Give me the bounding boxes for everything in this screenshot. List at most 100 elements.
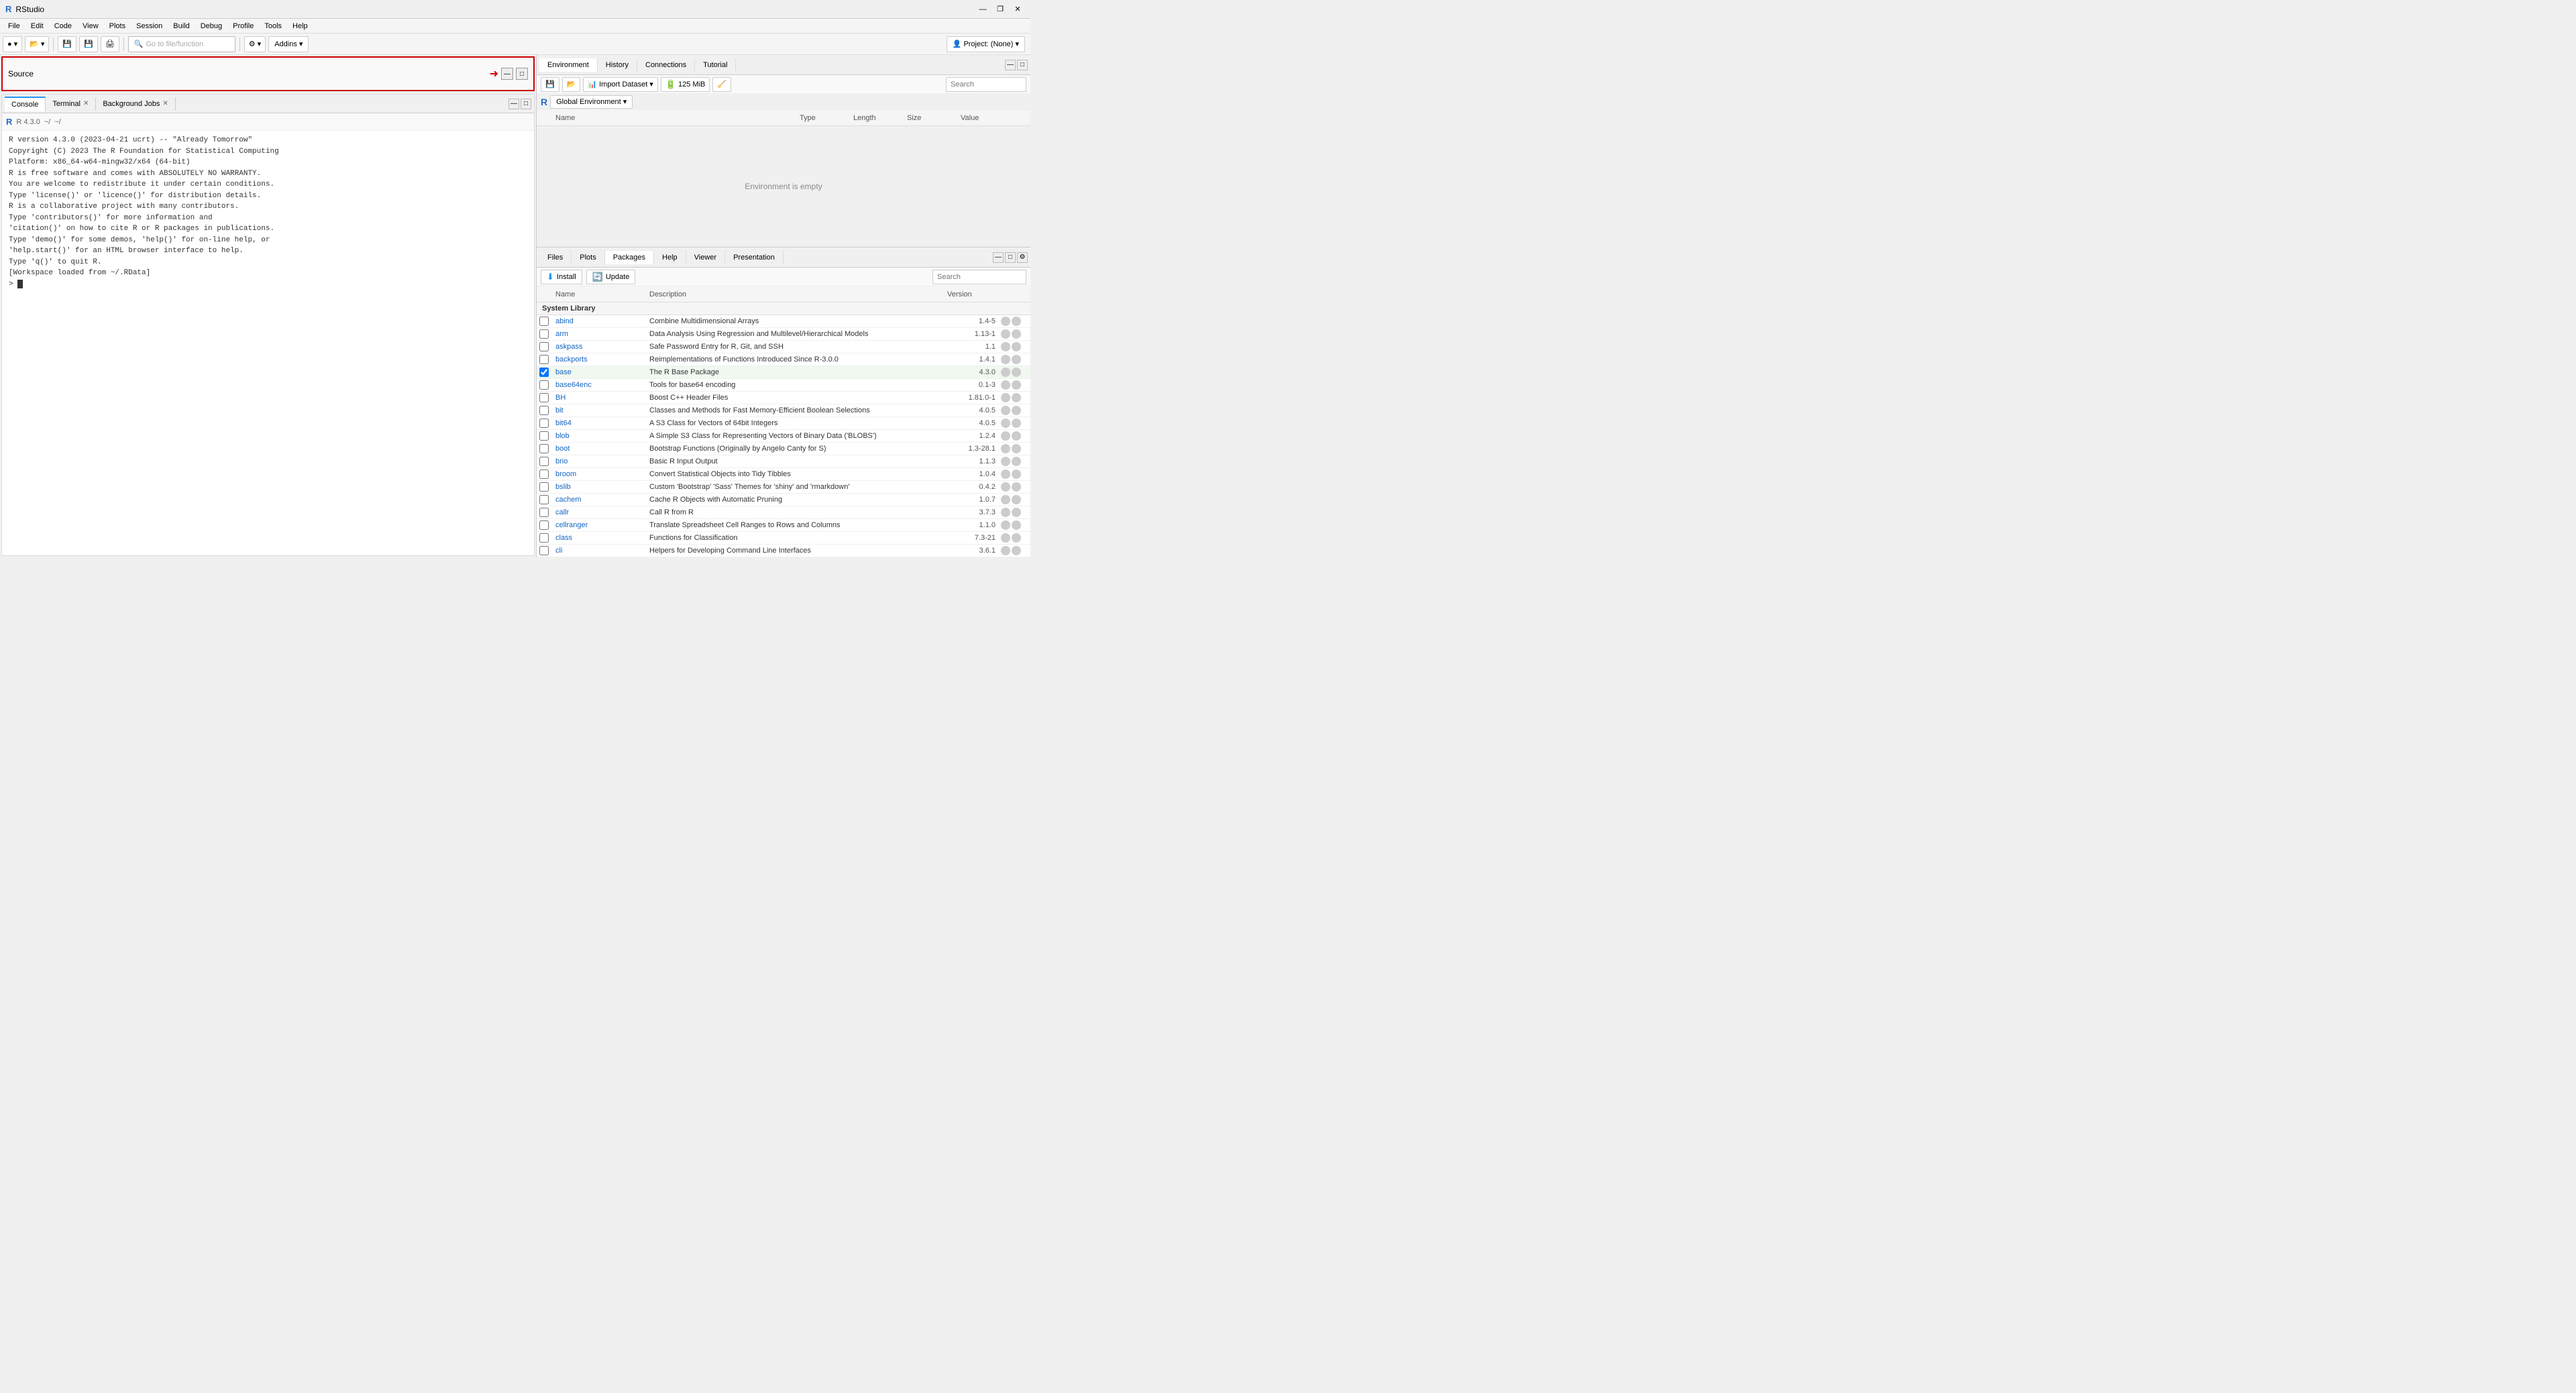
pkg-name-arm[interactable]: arm: [555, 330, 649, 338]
save-button[interactable]: 💾: [58, 36, 76, 52]
pkg-update-btn-bit[interactable]: [1001, 406, 1010, 415]
pkg-delete-btn-backports[interactable]: [1012, 355, 1021, 364]
addins-button[interactable]: Addins ▾: [268, 36, 309, 52]
tab-environment[interactable]: Environment: [539, 58, 598, 72]
pkg-checkbox-backports[interactable]: [539, 355, 549, 364]
tab-history[interactable]: History: [598, 58, 637, 72]
global-environment-button[interactable]: Global Environment ▾: [550, 95, 633, 109]
pkg-name-boot[interactable]: boot: [555, 445, 649, 453]
goto-input[interactable]: 🔍 Go to file/function: [128, 36, 235, 52]
menu-build[interactable]: Build: [168, 21, 195, 32]
import-dataset-button[interactable]: 📊 Import Dataset ▾: [583, 77, 657, 92]
pkg-delete-btn-arm[interactable]: [1012, 329, 1021, 339]
save-env-button[interactable]: 💾: [541, 77, 559, 92]
pkg-checkbox-base[interactable]: [539, 368, 549, 377]
pkg-checkbox-bit64[interactable]: [539, 419, 549, 428]
print-button[interactable]: 🖨: [101, 36, 119, 52]
pkg-delete-btn-BH[interactable]: [1012, 393, 1021, 402]
pkg-name-cli[interactable]: cli: [555, 547, 649, 555]
close-button[interactable]: ✕: [1010, 2, 1025, 17]
pkg-delete-btn-abind[interactable]: [1012, 317, 1021, 326]
pkg-update-btn-bslib[interactable]: [1001, 482, 1010, 492]
pkg-delete-btn-boot[interactable]: [1012, 444, 1021, 453]
source-maximize-button[interactable]: □: [516, 68, 528, 80]
pkg-name-bit[interactable]: bit: [555, 406, 649, 414]
pkg-update-btn-cli[interactable]: [1001, 546, 1010, 555]
pkg-update-btn-bit64[interactable]: [1001, 419, 1010, 428]
pkg-checkbox-BH[interactable]: [539, 393, 549, 402]
pkg-checkbox-class[interactable]: [539, 533, 549, 543]
pkg-update-btn-BH[interactable]: [1001, 393, 1010, 402]
pkg-checkbox-bit[interactable]: [539, 406, 549, 415]
console-output[interactable]: R version 4.3.0 (2023-04-21 ucrt) -- "Al…: [2, 131, 534, 555]
tab-tutorial[interactable]: Tutorial: [695, 58, 736, 72]
pkg-name-bslib[interactable]: bslib: [555, 483, 649, 491]
tab-background-jobs[interactable]: Background Jobs ✕: [96, 97, 175, 111]
pkg-search-input[interactable]: [932, 270, 1026, 284]
pkg-update-btn-arm[interactable]: [1001, 329, 1010, 339]
tab-packages[interactable]: Packages: [605, 251, 654, 264]
tab-viewer[interactable]: Viewer: [686, 251, 725, 264]
pkg-checkbox-bslib[interactable]: [539, 482, 549, 492]
pkg-delete-btn-base[interactable]: [1012, 368, 1021, 377]
pkg-name-blob[interactable]: blob: [555, 432, 649, 440]
pkg-delete-btn-callr[interactable]: [1012, 508, 1021, 517]
tab-files[interactable]: Files: [539, 251, 572, 264]
menu-view[interactable]: View: [77, 21, 104, 32]
tab-terminal[interactable]: Terminal ✕: [46, 97, 96, 111]
env-maximize-button[interactable]: □: [1017, 60, 1028, 70]
pkg-delete-btn-cli[interactable]: [1012, 546, 1021, 555]
pkg-update-btn-base[interactable]: [1001, 368, 1010, 377]
pkg-delete-btn-class[interactable]: [1012, 533, 1021, 543]
menu-code[interactable]: Code: [49, 21, 77, 32]
pkg-update-btn-broom[interactable]: [1001, 469, 1010, 479]
pkg-delete-btn-bslib[interactable]: [1012, 482, 1021, 492]
tab-connections[interactable]: Connections: [637, 58, 695, 72]
open-file-button[interactable]: 📂▾: [25, 36, 49, 52]
pkg-name-base[interactable]: base: [555, 368, 649, 376]
pkg-checkbox-cli[interactable]: [539, 546, 549, 555]
menu-debug[interactable]: Debug: [195, 21, 227, 32]
pkg-name-broom[interactable]: broom: [555, 470, 649, 478]
env-search-input[interactable]: [946, 77, 1026, 92]
pkg-name-bit64[interactable]: bit64: [555, 419, 649, 427]
restore-button[interactable]: ❐: [993, 2, 1008, 17]
pkg-checkbox-blob[interactable]: [539, 431, 549, 441]
pkg-checkbox-askpass[interactable]: [539, 342, 549, 351]
pkg-settings-button[interactable]: ⚙: [1017, 252, 1028, 263]
tab-help[interactable]: Help: [654, 251, 686, 264]
pkg-update-btn-boot[interactable]: [1001, 444, 1010, 453]
menu-edit[interactable]: Edit: [25, 21, 49, 32]
pkg-checkbox-base64enc[interactable]: [539, 380, 549, 390]
pkg-update-btn-cellranger[interactable]: [1001, 520, 1010, 530]
pkg-delete-btn-cachem[interactable]: [1012, 495, 1021, 504]
menu-file[interactable]: File: [3, 21, 25, 32]
pkg-checkbox-cellranger[interactable]: [539, 520, 549, 530]
pkg-delete-btn-broom[interactable]: [1012, 469, 1021, 479]
pkg-delete-btn-bit[interactable]: [1012, 406, 1021, 415]
console-minimize-button[interactable]: —: [508, 99, 519, 109]
pkg-update-btn-callr[interactable]: [1001, 508, 1010, 517]
pkg-checkbox-abind[interactable]: [539, 317, 549, 326]
pkg-name-askpass[interactable]: askpass: [555, 343, 649, 351]
menu-plots[interactable]: Plots: [104, 21, 131, 32]
pkg-update-btn-cachem[interactable]: [1001, 495, 1010, 504]
pkg-minimize-button[interactable]: —: [993, 252, 1004, 263]
new-file-button[interactable]: ●▾: [3, 36, 22, 52]
pkg-update-btn-blob[interactable]: [1001, 431, 1010, 441]
pkg-checkbox-cachem[interactable]: [539, 495, 549, 504]
tab-presentation[interactable]: Presentation: [725, 251, 784, 264]
pkg-name-callr[interactable]: callr: [555, 508, 649, 516]
menu-help[interactable]: Help: [287, 21, 313, 32]
pkg-delete-btn-bit64[interactable]: [1012, 419, 1021, 428]
load-env-button[interactable]: 📂: [562, 77, 581, 92]
terminal-tab-close[interactable]: ✕: [83, 100, 89, 107]
pkg-name-brio[interactable]: brio: [555, 457, 649, 465]
code-tools-button[interactable]: ⚙▾: [244, 36, 266, 52]
console-maximize-button[interactable]: □: [521, 99, 531, 109]
pkg-update-btn-backports[interactable]: [1001, 355, 1010, 364]
update-packages-button[interactable]: 🔄 Update: [586, 270, 636, 284]
install-packages-button[interactable]: ⬇ Install: [541, 270, 582, 284]
pkg-update-btn-base64enc[interactable]: [1001, 380, 1010, 390]
project-button[interactable]: 👤 Project: (None) ▾: [947, 36, 1025, 52]
